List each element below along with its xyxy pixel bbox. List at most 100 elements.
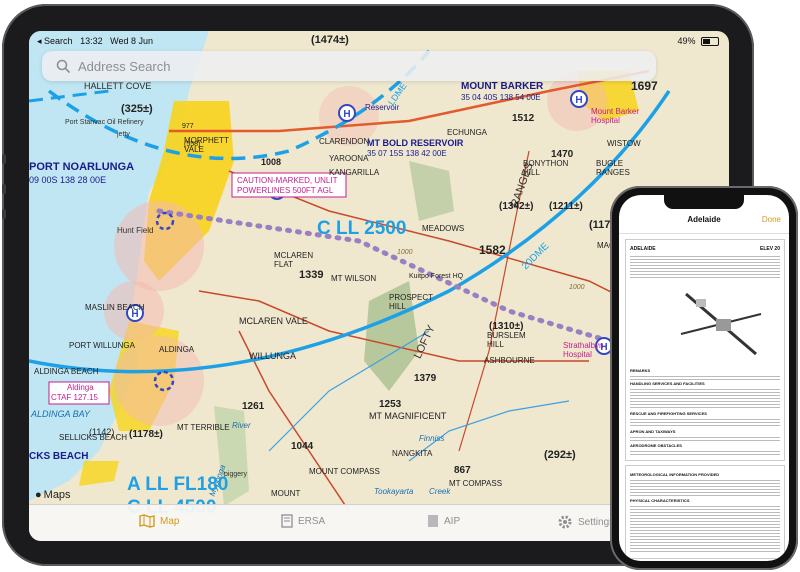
place-label: HALLETT COVE <box>84 81 152 91</box>
doc-text-block <box>630 387 780 409</box>
place-label: Kuitpo Forest HQ <box>409 273 464 280</box>
book-icon <box>281 514 293 528</box>
document-nav-bar: Adelaide Done <box>619 209 789 234</box>
place-label: NANGKITA <box>392 449 433 458</box>
ctaf-label: Aldinga <box>67 383 94 392</box>
address-search-bar[interactable]: Address Search <box>42 51 656 81</box>
elevation-label: 1000 <box>397 249 413 256</box>
status-left: ◂ Search 13:32 Wed 8 Jun <box>37 36 153 47</box>
doc-section: AERODROME OBSTACLES <box>630 443 682 448</box>
doc-text-block <box>630 417 780 427</box>
place-label: WISTOW <box>607 139 641 148</box>
elevation-label: (1342±) <box>499 201 534 212</box>
place-label: WILLUNGA <box>249 351 297 361</box>
elevation-label: 1697 <box>631 79 658 93</box>
doc-text-block <box>630 478 780 496</box>
place-label: Finniss <box>419 434 445 443</box>
caution-label: POWERLINES 500FT AGL <box>237 186 334 195</box>
place-label: Hunt Field <box>117 226 154 235</box>
place-label: ECHUNGA <box>447 128 488 137</box>
place-label: PROSPECT HILL <box>389 293 433 311</box>
place-label: PORT WILLUNGA <box>69 341 135 350</box>
elevation-label: 1044 <box>291 441 314 452</box>
doc-text-block <box>630 504 780 554</box>
airspace-label: C LL 2500 <box>317 218 407 239</box>
doc-section: METEOROLOGICAL INFORMATION PROVIDED <box>630 472 720 477</box>
place-label: MOUNT COMPASS <box>309 467 380 476</box>
battery-percent: 49% <box>677 36 696 46</box>
elevation-label: (1310±) <box>489 321 524 332</box>
place-label: Mount Barker Hospital <box>591 107 640 125</box>
ersa-page[interactable]: ADELAIDE ELEV 20 REMARKS HANDLING SERVIC… <box>625 239 785 461</box>
elevation-label: 1582 <box>479 243 506 257</box>
place-label: LOFTY <box>411 323 438 361</box>
place-label: MEADOWS <box>422 224 465 233</box>
place-label: Port Stanvac Oil Refinery <box>65 119 144 126</box>
coords-label: 09 00S 138 28 00E <box>29 175 107 185</box>
elevation-label: (292±) <box>544 449 576 461</box>
date: Wed 8 Jun <box>110 36 153 46</box>
document-icon <box>428 515 438 527</box>
elevation-label: 1512 <box>512 113 535 124</box>
map-icon <box>139 514 155 528</box>
place-label: MASLIN BEACH <box>85 303 145 312</box>
doc-heading: ADELAIDE <box>630 246 656 252</box>
clock: 13:32 <box>80 36 103 46</box>
ctaf-label: CTAF 127.15 <box>51 393 98 402</box>
elevation-label: 1379 <box>414 373 437 384</box>
place-label: ASHBOURNE <box>484 356 535 365</box>
place-label: MOUNT <box>271 489 301 498</box>
tab-ersa[interactable]: ERSA <box>281 514 325 528</box>
tab-map[interactable]: Map <box>139 514 179 528</box>
status-right: 49% <box>677 36 719 47</box>
elevation-label: (558) <box>184 141 201 148</box>
doc-section: PHYSICAL CHARACTERISTICS <box>630 498 690 503</box>
place-label: River <box>232 421 251 430</box>
gear-icon <box>558 515 572 529</box>
place-label: Creek <box>429 487 451 496</box>
place-label: jetty <box>117 131 130 138</box>
place-label: CKS BEACH <box>29 451 89 462</box>
elevation-label: 867 <box>454 465 471 476</box>
ersa-page-2[interactable]: METEOROLOGICAL INFORMATION PROVIDED PHYS… <box>625 465 785 559</box>
elevation-label: 1000 <box>569 284 585 291</box>
place-label: ALDINGA BAY <box>31 409 91 419</box>
doc-text-block <box>630 374 780 380</box>
place-label: MT MAGNIFICENT <box>369 411 447 421</box>
place-label: MT WILSON <box>331 274 377 283</box>
status-bar: ◂ Search 13:32 Wed 8 Jun 49% <box>29 31 729 51</box>
place-label: BUGLE RANGES <box>596 159 630 177</box>
airspace-label: A LL FL180 <box>127 474 229 495</box>
doc-text-block <box>630 254 780 280</box>
done-button[interactable]: Done <box>762 215 781 224</box>
aerodrome-diagram <box>680 292 762 356</box>
place-label: MT BOLD RESERVOIR <box>367 138 464 148</box>
iphone-screen: Adelaide Done ADELAIDE ELEV 20 REMARKS H… <box>619 195 789 561</box>
elevation-label: (1142) <box>89 427 115 437</box>
doc-section: APRON AND TAXIWAYS <box>630 429 676 434</box>
doc-section: HANDLING SERVICES AND FACILITIES <box>630 381 705 386</box>
doc-section: REMARKS <box>630 368 651 373</box>
elevation-label: 977 <box>182 123 194 130</box>
place-label: ALDINGA <box>159 345 195 354</box>
place-label: PORT NOARLUNGA <box>29 161 135 173</box>
elevation-label: 1470 <box>551 149 574 160</box>
airspace-label: 20DME <box>519 240 552 273</box>
ipad-button <box>2 154 6 164</box>
place-label: Tookayarta <box>374 487 414 496</box>
search-icon <box>56 59 70 73</box>
place-label: MT TERRIBLE <box>177 423 230 432</box>
doc-section: RESCUE AND FIREFIGHTING SERVICES <box>630 411 707 416</box>
battery-icon <box>701 37 719 47</box>
ipad-button <box>2 184 6 194</box>
elevation-label: 1339 <box>299 269 324 281</box>
place-label: MOUNT BARKER <box>461 81 544 92</box>
elevation-label: 1008 <box>261 157 282 167</box>
place-label: MCLAREN FLAT <box>274 251 314 269</box>
place-label: ALDINGA BEACH <box>34 367 99 376</box>
tab-aip[interactable]: AIP <box>427 514 460 528</box>
caution-label: CAUTION-MARKED, UNLIT <box>237 176 338 185</box>
ipad-button <box>2 209 6 219</box>
back-to-search-link[interactable]: ◂ Search <box>37 36 73 46</box>
tab-settings[interactable]: Settings <box>557 514 614 530</box>
